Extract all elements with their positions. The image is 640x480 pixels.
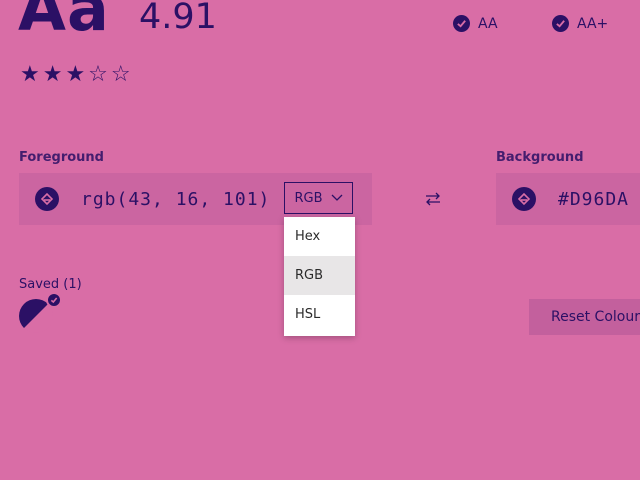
background-field[interactable]: #D96DA	[496, 173, 640, 225]
aa-check-label: AA	[478, 15, 498, 32]
background-value-input[interactable]: #D96DA	[558, 189, 629, 210]
swap-icon	[426, 192, 440, 206]
chevron-down-icon	[331, 191, 343, 206]
foreground-value-input[interactable]: rgb(43, 16, 101)	[81, 189, 270, 210]
sample-text: Aa	[18, 0, 110, 45]
reset-colour-button[interactable]: Reset Colour	[529, 299, 640, 335]
format-option-hsl[interactable]: HSL	[284, 295, 355, 334]
format-select[interactable]: RGB	[284, 182, 353, 214]
aa-check: AA	[453, 15, 498, 32]
format-option-rgb[interactable]: RGB	[284, 256, 355, 295]
foreground-label: Foreground	[19, 150, 104, 165]
aa-plus-check-label: AA+	[577, 15, 609, 32]
check-icon	[46, 292, 62, 308]
format-option-hex[interactable]: Hex	[284, 217, 355, 256]
check-icon	[453, 15, 470, 32]
format-select-value: RGB	[294, 190, 323, 206]
aa-plus-check: AA+	[552, 15, 608, 32]
paint-bucket-icon[interactable]	[512, 187, 536, 211]
star-rating: ★★★☆☆	[20, 62, 134, 87]
contrast-ratio: 4.91	[139, 0, 217, 37]
paint-bucket-icon[interactable]	[35, 187, 59, 211]
swap-colors-button[interactable]	[424, 190, 442, 211]
saved-label: Saved (1)	[19, 277, 82, 292]
check-icon	[552, 15, 569, 32]
background-label: Background	[496, 150, 584, 165]
format-dropdown-menu: Hex RGB HSL	[284, 217, 355, 336]
